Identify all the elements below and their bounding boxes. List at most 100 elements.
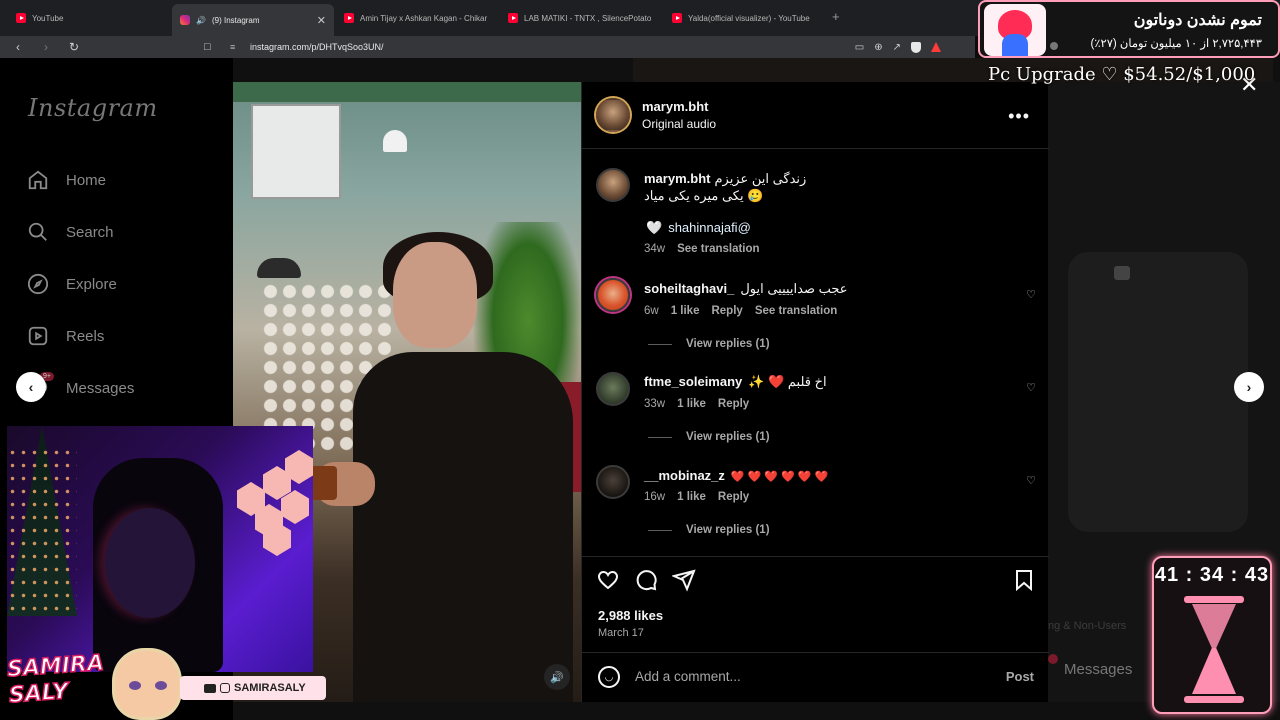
home-icon xyxy=(26,168,50,192)
donation-goal-widget: تموم نشدن دوناتون ۲,۷۲۵,۴۴۳ از ۱۰ میلیون… xyxy=(978,0,1280,58)
next-post-button[interactable]: › xyxy=(1234,372,1264,402)
speaker-icon: 🔊 xyxy=(196,15,206,25)
view-replies-button[interactable]: View replies (1) xyxy=(648,338,770,350)
avatar[interactable] xyxy=(596,168,630,202)
reply-button[interactable]: Reply xyxy=(711,305,742,317)
zoom-icon[interactable]: ⊕ xyxy=(874,42,882,53)
shield-icon[interactable] xyxy=(911,41,921,53)
tab-instagram[interactable]: 🔊 (9) Instagram ✕ xyxy=(172,4,334,36)
save-icon[interactable] xyxy=(1012,568,1036,597)
divider xyxy=(582,556,1049,557)
comment-author[interactable]: ftme_soleimany xyxy=(644,374,742,389)
url-text[interactable]: instagram.com/p/DHTvqSoo3UN/ xyxy=(250,42,384,52)
sidebar-item-label: Search xyxy=(66,223,114,241)
comment-text: ✨ ❤️ اخ قلبم xyxy=(748,374,827,389)
comment-meta: 33w 1 like Reply xyxy=(644,398,749,410)
sidebar-item-label: Messages xyxy=(66,379,135,397)
caption-meta: 34w See translation xyxy=(644,243,760,255)
youtube-icon xyxy=(672,13,682,23)
share-icon[interactable]: ↗ xyxy=(893,42,901,53)
tab-title: LAB MATIKI - TNTX , SilencePotato xyxy=(524,13,652,23)
like-comment-icon[interactable]: ♡ xyxy=(1026,474,1036,487)
tab-youtube[interactable]: YouTube xyxy=(8,6,168,30)
media-person xyxy=(353,352,573,702)
see-translation-button[interactable]: See translation xyxy=(677,243,759,255)
instagram-logo[interactable]: Instagram xyxy=(28,94,158,122)
explore-icon xyxy=(26,272,50,296)
media-wall-panel xyxy=(251,104,341,199)
post-comment-button[interactable]: Post xyxy=(1006,669,1034,684)
emoji-icon[interactable]: ◡ xyxy=(598,666,620,688)
comment-icon[interactable] xyxy=(634,568,658,597)
see-translation-button[interactable]: See translation xyxy=(755,305,837,317)
streamer-mascot xyxy=(112,648,182,720)
sidebar-item-label: Reels xyxy=(66,327,105,345)
divider xyxy=(648,436,672,438)
social-handle: SAMIRASALY xyxy=(234,682,306,694)
cast-icon[interactable]: ▭ xyxy=(855,42,864,53)
tab-title: Yalda(official visualizer) - YouTube xyxy=(688,13,810,23)
youtube-icon xyxy=(204,683,216,693)
timer-text: 41 : 34 : 43 xyxy=(1154,564,1270,586)
like-comment-icon[interactable]: ♡ xyxy=(1026,381,1036,394)
view-replies-button[interactable]: View replies (1) xyxy=(648,431,770,443)
bookmark-icon[interactable]: □ xyxy=(204,41,211,53)
tab-youtube-lab-matiki[interactable]: LAB MATIKI - TNTX , SilencePotato xyxy=(500,6,660,30)
timestamp: 34w xyxy=(644,243,666,255)
avatar[interactable] xyxy=(596,465,630,499)
like-icon[interactable] xyxy=(596,568,620,597)
tab-youtube-chikar[interactable]: Amin Tijay x Ashkan Kagan - Chikar xyxy=(336,6,496,30)
audio-label[interactable]: Original audio xyxy=(642,117,716,131)
comment-line: __mobinaz_z ❤️ ❤️ ❤️ ❤️ ❤️ ❤️ xyxy=(644,468,828,483)
back-icon[interactable]: ‹ xyxy=(8,40,28,54)
heart-mascot-icon xyxy=(984,4,1046,56)
close-tab-icon[interactable]: ✕ xyxy=(317,14,326,27)
post-actions xyxy=(596,568,696,597)
media-tea-glass xyxy=(311,466,337,500)
comment-likes[interactable]: 1 like xyxy=(671,305,700,317)
view-replies-label: View replies (1) xyxy=(686,431,770,443)
sidebar-item-explore[interactable]: Explore xyxy=(26,270,117,298)
comment-input[interactable]: Add a comment... xyxy=(635,669,741,684)
reply-button[interactable]: Reply xyxy=(718,398,749,410)
comment-line: ftme_soleimany ✨ ❤️ اخ قلبم xyxy=(644,374,827,390)
avatar[interactable] xyxy=(596,278,630,312)
tab-youtube-yalda[interactable]: Yalda(official visualizer) - YouTube xyxy=(664,6,828,30)
forward-icon[interactable]: › xyxy=(36,40,56,54)
reply-button[interactable]: Reply xyxy=(718,491,749,503)
site-settings-icon[interactable]: ≡ xyxy=(230,42,235,52)
comment-likes[interactable]: 1 like xyxy=(677,398,706,410)
sidebar-item-search[interactable]: Search xyxy=(26,218,114,246)
address-bar[interactable]: □ ≡ instagram.com/p/DHTvqSoo3UN/ ▭ ⊕ ↗ xyxy=(196,36,941,58)
sidebar-item-reels[interactable]: Reels xyxy=(26,322,104,350)
comment-author[interactable]: soheiltaghavi_ xyxy=(644,281,734,296)
post-author[interactable]: marym.bht xyxy=(642,99,708,114)
caption-author[interactable]: marym.bht xyxy=(644,171,710,186)
messages-bubble-label[interactable]: Messages xyxy=(1064,661,1132,678)
reload-icon[interactable]: ↻ xyxy=(64,40,84,54)
likes-count[interactable]: 2,988 likes xyxy=(598,608,663,623)
more-options-icon[interactable]: ••• xyxy=(1008,106,1030,127)
sidebar-item-home[interactable]: Home xyxy=(26,166,106,194)
new-tab-icon[interactable]: + xyxy=(832,9,840,24)
avatar[interactable] xyxy=(596,372,630,406)
progress-dot xyxy=(1050,42,1058,50)
donation-progress-text: ۲,۷۲۵,۴۴۳ از ۱۰ میلیون تومان (۲۷٪) xyxy=(1090,38,1262,50)
play-icon xyxy=(1114,266,1130,280)
share-icon[interactable] xyxy=(670,568,696,597)
audio-toggle-icon[interactable]: 🔊 xyxy=(544,664,570,690)
comment-likes[interactable]: 1 like xyxy=(677,491,706,503)
view-replies-button[interactable]: View replies (1) xyxy=(648,524,770,536)
mention-link[interactable]: shahinnajafi@ xyxy=(668,220,751,236)
comment-author[interactable]: __mobinaz_z xyxy=(644,468,725,483)
sidebar-item-label: Home xyxy=(66,171,107,189)
avatar[interactable] xyxy=(596,98,630,132)
like-comment-icon[interactable]: ♡ xyxy=(1026,288,1036,301)
divider xyxy=(582,652,1049,653)
caption-first-line: marym.bht زندگی این عزیزم xyxy=(644,171,806,187)
social-handle-tag: SAMIRASALY xyxy=(180,676,326,700)
rewards-icon[interactable] xyxy=(931,41,941,52)
media-face xyxy=(393,242,477,348)
previous-post-button[interactable]: ‹ xyxy=(16,372,46,402)
view-replies-label: View replies (1) xyxy=(686,524,770,536)
